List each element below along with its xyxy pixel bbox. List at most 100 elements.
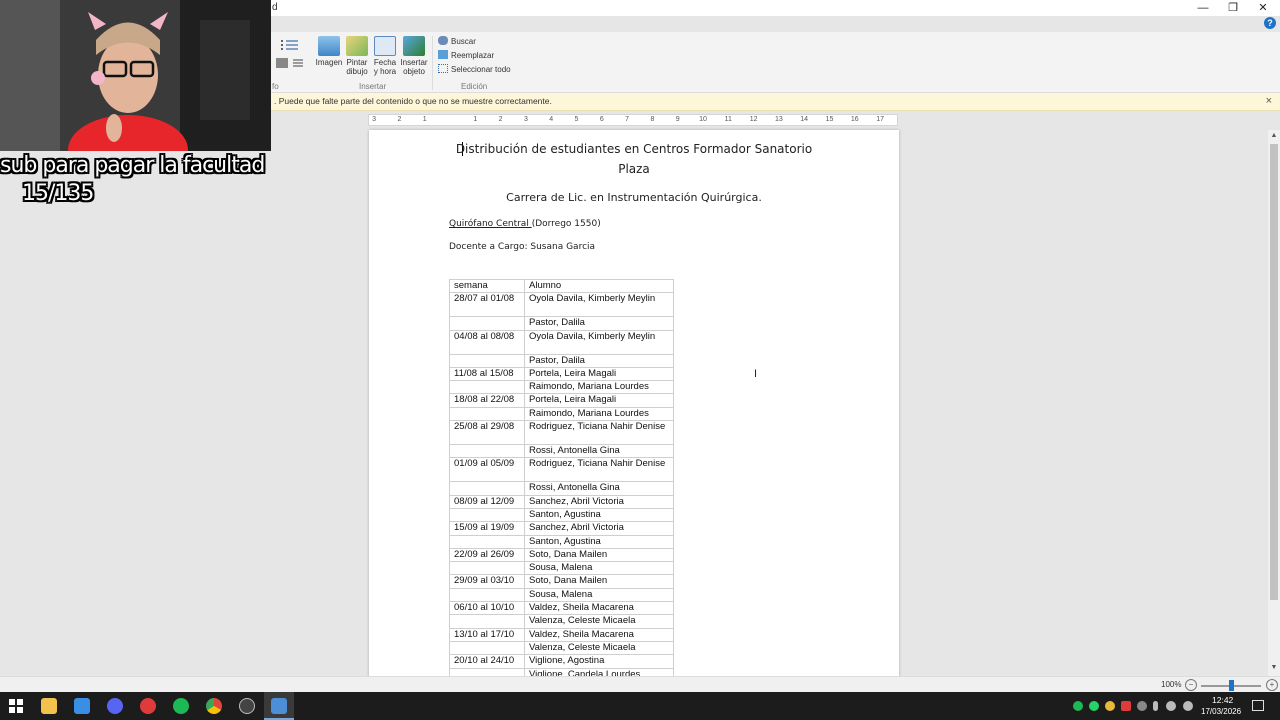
- ruler-tick: 16: [850, 116, 859, 123]
- week-cell: [449, 353, 525, 368]
- ruler-tick: 1: [473, 116, 478, 123]
- paint-drawing-button[interactable]: Pintar dibujo: [343, 36, 371, 76]
- student-cell: Sousa, Malena: [524, 587, 674, 603]
- document-page[interactable]: Distribución de estudiantes en Centros F…: [369, 130, 899, 676]
- notification-icon[interactable]: [1252, 700, 1264, 711]
- replace-icon: [438, 50, 448, 59]
- help-icon[interactable]: ?: [1264, 17, 1276, 29]
- student-cell: Sanchez, Abril Victoria: [524, 521, 674, 536]
- obs-icon[interactable]: [239, 698, 255, 714]
- network-icon[interactable]: [1166, 701, 1176, 711]
- restore-button[interactable]: ❐: [1218, 0, 1248, 16]
- week-cell: [449, 406, 525, 422]
- table-row: Rossi, Antonella Gina: [449, 444, 674, 459]
- insert-image-button[interactable]: Imagen: [315, 36, 343, 67]
- student-cell: Soto, Dana Mailen: [524, 547, 674, 563]
- warning-close-icon[interactable]: ×: [1266, 95, 1272, 107]
- header-student: Alumno: [524, 278, 674, 294]
- ruler-tick: 5: [574, 116, 579, 123]
- ruler-tick: 13: [774, 116, 783, 123]
- webcam-figure: [0, 0, 271, 151]
- student-cell: Rossi, Antonella Gina: [524, 481, 674, 496]
- tray-spotify-icon[interactable]: [1073, 701, 1083, 711]
- tray-whatsapp-icon[interactable]: [1089, 701, 1099, 711]
- window-title: d: [272, 2, 278, 13]
- volume-icon[interactable]: [1183, 701, 1193, 711]
- scroll-down-icon[interactable]: ▼: [1268, 664, 1280, 674]
- start-icon[interactable]: [9, 699, 23, 713]
- calendar-icon: [374, 36, 396, 56]
- chrome-icon[interactable]: [206, 698, 222, 714]
- student-cell: Sousa, Malena: [524, 561, 674, 576]
- student-cell: Valdez, Sheila Macarena: [524, 627, 674, 642]
- paragraph-icon[interactable]: [292, 58, 304, 68]
- week-cell: [449, 667, 525, 676]
- student-cell: Oyola Davila, Kimberly Meylin: [524, 329, 674, 355]
- week-cell: 08/09 al 12/09: [449, 494, 525, 509]
- group-edit-label: Edición: [461, 82, 488, 91]
- scrollbar-thumb[interactable]: [1270, 144, 1278, 600]
- group-paragraph-label: fo: [272, 82, 279, 91]
- week-cell: [449, 614, 525, 629]
- clock-time[interactable]: 12:42: [1212, 695, 1233, 705]
- list-style-button[interactable]: [272, 38, 302, 52]
- store-icon[interactable]: [74, 698, 90, 714]
- minimize-button[interactable]: —: [1188, 0, 1218, 16]
- student-cell: Oyola Davila, Kimberly Meylin: [524, 292, 674, 318]
- list-icon: [281, 40, 298, 50]
- red-app-icon[interactable]: [140, 698, 156, 714]
- scroll-up-icon[interactable]: ▲: [1268, 132, 1280, 142]
- clock-date[interactable]: 17/03/2026: [1201, 707, 1241, 716]
- week-cell: 28/07 al 01/08: [449, 292, 525, 318]
- insert-object-button[interactable]: Insertar objeto: [400, 36, 428, 76]
- ruler-tick: 14: [800, 116, 809, 123]
- week-cell: 04/08 al 08/08: [449, 329, 525, 355]
- tray-steam-icon[interactable]: [1137, 701, 1147, 711]
- teacher-line: Docente a Cargo: Susana Garcia: [449, 242, 596, 252]
- wordpad-icon[interactable]: [271, 698, 287, 714]
- doc-subtitle: Carrera de Lic. en Instrumentación Quirú…: [506, 191, 762, 204]
- ruler-tick: 1: [422, 116, 427, 123]
- zoom-out-button[interactable]: −: [1185, 679, 1197, 691]
- close-button[interactable]: ✕: [1248, 0, 1278, 16]
- student-cell: Sanchez, Abril Victoria: [524, 494, 674, 509]
- week-cell: 15/09 al 19/09: [449, 521, 525, 536]
- week-cell: 06/10 al 10/10: [449, 601, 525, 616]
- file-explorer-icon[interactable]: [41, 698, 57, 714]
- location-line: Quirófano Central (Dorrego 1550): [449, 219, 601, 229]
- object-icon: [403, 36, 425, 56]
- vertical-scrollbar[interactable]: ▲ ▼: [1268, 130, 1280, 676]
- table-row: 15/09 al 19/09 Sanchez, Abril Victoria: [449, 521, 674, 536]
- ruler[interactable]: 3 2 1 1 2 3 4 5 6 7 8 9 10 11 12 13 14 15 16 17: [368, 114, 898, 126]
- table-row: 01/09 al 05/09 Rodriguez, Ticiana Nahir D…: [449, 457, 674, 483]
- week-cell: 20/10 al 24/10: [449, 654, 525, 669]
- stream-overlay-text: sub para pagar la facultad 15/135: [0, 152, 265, 208]
- date-time-button[interactable]: Fecha y hora: [371, 36, 399, 76]
- group-insert-label: Insertar: [359, 82, 387, 91]
- table-row: Rossi, Antonella Gina: [449, 481, 674, 496]
- doc-title-line2: Plaza: [618, 162, 650, 176]
- spotify-icon[interactable]: [173, 698, 189, 714]
- student-cell: Viglione, Candela Lourdes: [524, 667, 674, 676]
- discord-icon[interactable]: [107, 698, 123, 714]
- select-all-button[interactable]: Seleccionar todo: [438, 64, 511, 76]
- week-cell: [449, 587, 525, 603]
- table-row: 22/09 al 26/09 Soto, Dana Mailen: [449, 547, 674, 563]
- warning-text: . Puede que falte parte del contenido o …: [274, 96, 552, 106]
- student-cell: Viglione, Agostina: [524, 654, 674, 669]
- tray-chrome-icon[interactable]: [1105, 701, 1115, 711]
- ruler-tick: 9: [675, 116, 680, 123]
- table-row: 06/10 al 10/10 Valdez, Sheila Macarena: [449, 601, 674, 616]
- align-icon[interactable]: [276, 58, 288, 68]
- microphone-icon[interactable]: [1153, 701, 1158, 711]
- week-cell: [449, 316, 525, 331]
- find-button[interactable]: Buscar: [438, 36, 476, 48]
- student-cell: Portela, Leira Magali: [524, 393, 674, 408]
- zoom-slider-thumb[interactable]: [1229, 680, 1234, 691]
- tray-app-icon[interactable]: [1121, 701, 1131, 711]
- binoculars-icon: [438, 36, 448, 45]
- replace-button[interactable]: Reemplazar: [438, 50, 494, 62]
- table-row: 08/09 al 12/09 Sanchez, Abril Victoria: [449, 494, 674, 509]
- zoom-in-button[interactable]: +: [1266, 679, 1278, 691]
- table-row: Sousa, Malena: [449, 561, 674, 576]
